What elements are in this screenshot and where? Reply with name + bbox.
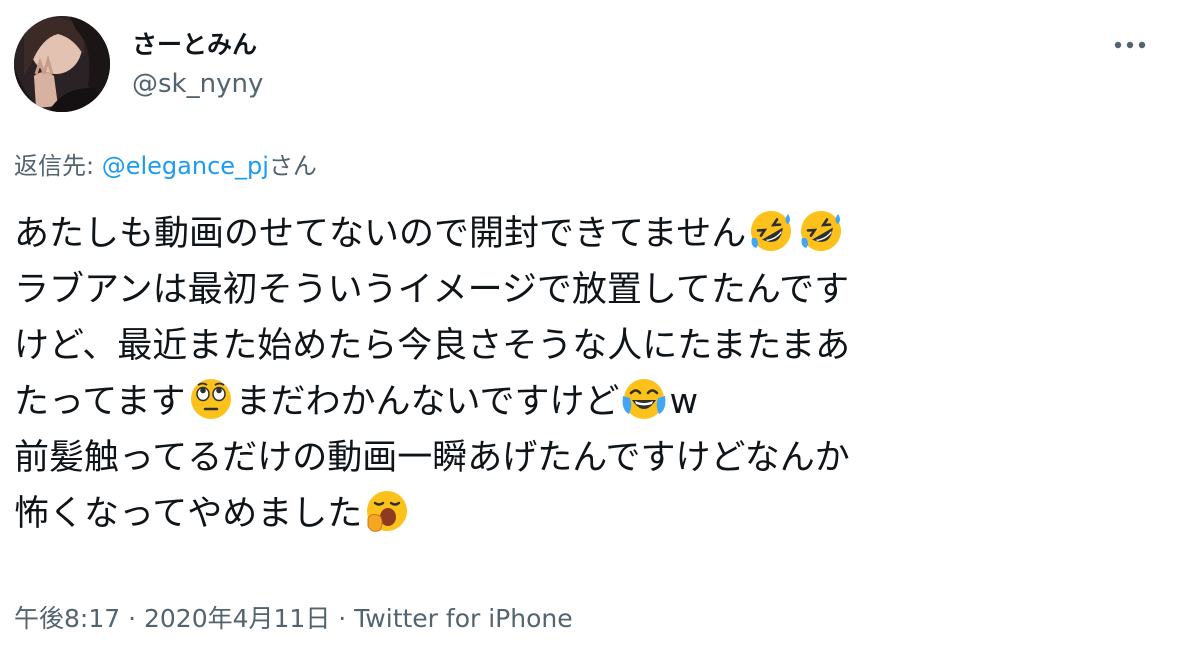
meta-separator: · [120,604,144,633]
reply-prefix: 返信先: [14,152,102,180]
tweet-text: あたしも動画のせてないので開封できてません ラブアンは最初そういうイメージで放置… [14,206,1174,542]
user-display-name[interactable]: さーとみん [132,29,257,61]
more-options-button[interactable] [1108,30,1152,60]
reply-suffix: さん [268,152,317,180]
tweet-line: あたしも動画のせてないので開封できてません [14,206,1174,262]
tweet-source-link[interactable]: Twitter for iPhone [354,604,572,633]
face-with-rolling-eyes-icon [188,376,234,422]
tweet-line: けど、最近また始めたら今良さそうな人にたまたまあ [14,318,1174,374]
tweet-text-segment: 前髪触ってるだけの動画一瞬あげたんですけどなんか [14,438,850,478]
tweet-metadata: 午後8:17 · 2020年4月11日 · Twitter for iPhone [14,603,573,635]
tweet-line: 怖くなってやめました [14,486,1174,542]
tweet-time[interactable]: 午後8:17 [14,604,120,633]
tweet-text-segment: けど、最近また始めたら今良さそうな人にたまたまあ [14,326,851,366]
tweet-line: たってます まだわかんないですけど w [14,374,1174,430]
rolling-on-floor-laughing-icon [748,208,794,254]
tweet-text-segment: w [669,382,699,422]
tweet-line: 前髪触ってるだけの動画一瞬あげたんですけどなんか [14,430,1174,486]
tweet-text-segment: 怖くなってやめました [14,494,363,534]
face-with-tears-of-joy-icon [621,376,667,422]
more-horizontal-icon [1114,41,1146,49]
meta-separator: · [330,604,355,633]
tweet-text-segment: まだわかんないですけど [235,382,620,422]
avatar[interactable] [14,16,110,112]
rolling-on-floor-laughing-icon [798,208,844,254]
tweet-line: ラブアンは最初そういうイメージで放置してたんです [14,262,1174,318]
tweet-text-segment: たってます [14,382,186,422]
tweet-text-segment: あたしも動画のせてないので開封できてません [14,214,747,254]
reply-context: 返信先: @elegance_pjさん [14,150,317,182]
user-handle[interactable]: @sk_nyny [132,68,263,100]
tweet-date[interactable]: 2020年4月11日 [144,604,330,633]
reply-mention-link[interactable]: @elegance_pj [102,152,269,180]
tweet-text-segment: ラブアンは最初そういうイメージで放置してたんです [14,270,850,310]
yawning-face-icon [364,488,410,534]
tweet-card: さーとみん @sk_nyny 返信先: @elegance_pjさん あたしも動… [0,0,1183,659]
avatar-photo-icon [14,16,110,112]
